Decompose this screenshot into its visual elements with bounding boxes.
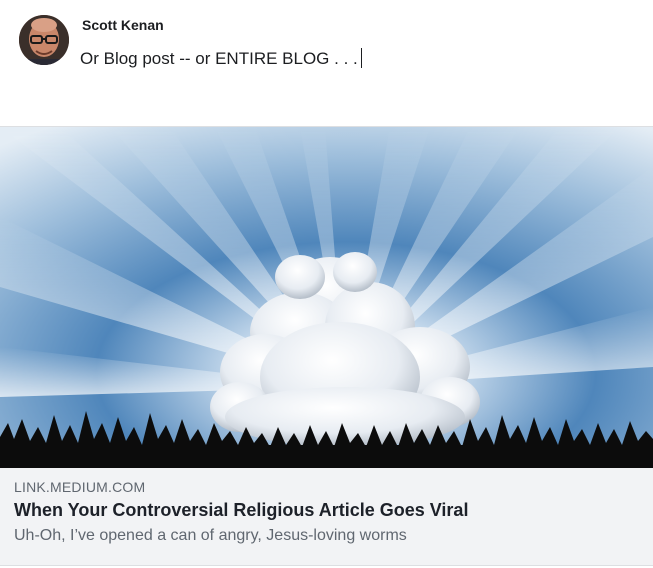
user-avatar[interactable] (19, 15, 69, 65)
avatar-photo-icon (19, 15, 69, 65)
link-preview-card[interactable]: LINK.MEDIUM.COM When Your Controversial … (0, 126, 653, 566)
link-preview-meta[interactable]: LINK.MEDIUM.COM When Your Controversial … (14, 479, 639, 545)
post-text: Or Blog post -- or ENTIRE BLOG . . . (80, 49, 358, 68)
post-text-input[interactable]: Or Blog post -- or ENTIRE BLOG . . . (80, 48, 362, 69)
post-composer: Scott Kenan Or Blog post -- or ENTIRE BL… (0, 0, 653, 126)
text-cursor (360, 48, 362, 68)
sky-cloud-sunrays-image (0, 127, 653, 468)
link-preview-image[interactable] (0, 127, 653, 468)
link-title[interactable]: When Your Controversial Religious Articl… (14, 500, 639, 521)
link-domain: LINK.MEDIUM.COM (14, 479, 146, 495)
link-description: Uh-Oh, I’ve opened a can of angry, Jesus… (14, 527, 407, 544)
author-name[interactable]: Scott Kenan (82, 17, 164, 33)
